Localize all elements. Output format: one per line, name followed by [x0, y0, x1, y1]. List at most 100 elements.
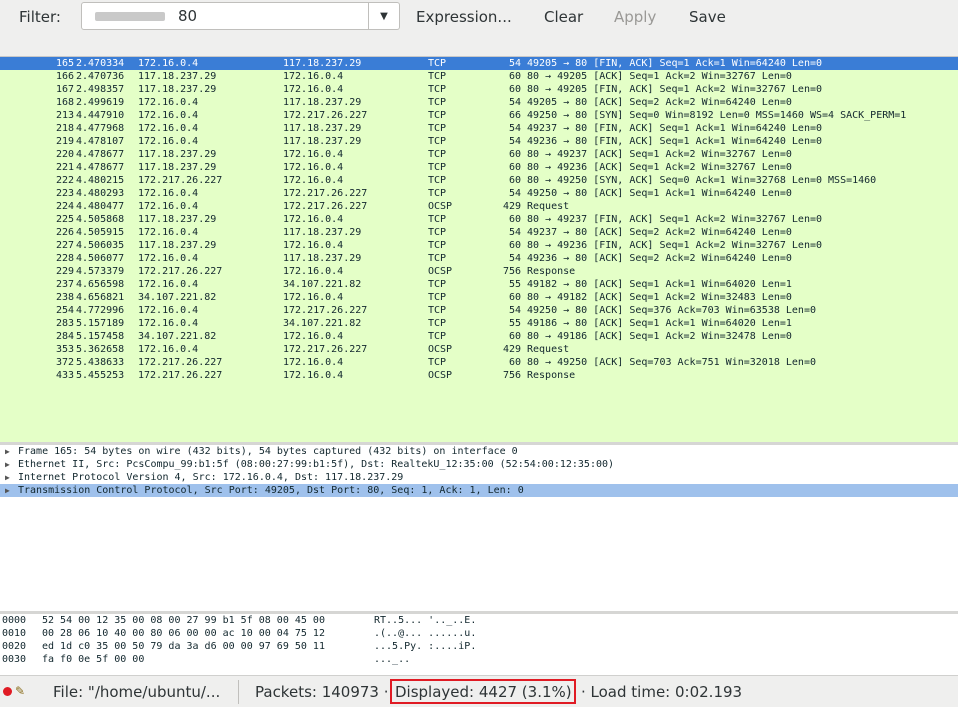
packet-time: 5.455253: [76, 370, 125, 381]
packet-source: 117.18.237.29: [138, 84, 217, 95]
packet-protocol: TCP: [428, 149, 447, 160]
packet-source: 34.107.221.82: [138, 292, 217, 303]
packet-row[interactable]: 221 4.478677 117.18.237.29 172.16.0.4 TCP 60 8…: [0, 161, 958, 174]
expand-arrow-icon[interactable]: ▶: [5, 458, 10, 471]
packet-info: 80 → 49236 [FIN, ACK] Seq=1 Ack=2 Win=32…: [527, 240, 823, 251]
packet-destination: 172.16.0.4: [283, 149, 344, 160]
packet-source: 172.16.0.4: [138, 227, 199, 238]
packet-row[interactable]: 167 2.498357 117.18.237.29 172.16.0.4 TCP 60 8…: [0, 83, 958, 96]
clear-button[interactable]: Clear: [544, 8, 583, 26]
packet-time: 4.656598: [76, 279, 125, 290]
highlight-box: [390, 679, 576, 704]
detail-tree-item[interactable]: ▶ Internet Protocol Version 4, Src: 172.1…: [0, 471, 958, 484]
packet-protocol: TCP: [428, 175, 447, 186]
packet-source: 172.217.26.227: [138, 357, 223, 368]
packet-length: 55: [508, 279, 521, 290]
packet-info: 80 → 49205 [ACK] Seq=1 Ack=2 Win=32767 L…: [527, 71, 792, 82]
packet-details-pane[interactable]: ▶ Frame 165: 54 bytes on wire (432 bits),…: [0, 445, 958, 611]
packet-time: 4.506077: [76, 253, 125, 264]
apply-button[interactable]: Apply: [614, 8, 656, 26]
packet-info: Response: [527, 370, 576, 381]
hex-bytes: fa f0 0e 5f 00 00: [42, 654, 145, 665]
packet-destination: 34.107.221.82: [283, 279, 362, 290]
packet-protocol: TCP: [428, 240, 447, 251]
packet-time: 4.772996: [76, 305, 125, 316]
packet-list[interactable]: 165 2.470334 172.16.0.4 117.18.237.29 TCP 54 4…: [0, 56, 958, 443]
packet-no: 165: [55, 58, 74, 69]
save-button[interactable]: Save: [689, 8, 726, 26]
packet-source: 172.16.0.4: [138, 253, 199, 264]
packet-row[interactable]: 237 4.656598 172.16.0.4 34.107.221.82 TCP 55 4…: [0, 278, 958, 291]
packet-row[interactable]: 284 5.157458 34.107.221.82 172.16.0.4 TCP 60 8…: [0, 330, 958, 343]
packet-protocol: TCP: [428, 357, 447, 368]
packet-no: 372: [55, 357, 74, 368]
packet-length: 429: [502, 344, 521, 355]
packet-protocol: TCP: [428, 279, 447, 290]
packet-row[interactable]: 433 5.455253 172.217.26.227 172.16.0.4 OCSP 7…: [0, 369, 958, 382]
filter-input-value: 80: [178, 7, 198, 25]
detail-tree-item[interactable]: ▶ Ethernet II, Src: PcsCompu_99:b1:5f (08…: [0, 458, 958, 471]
packet-time: 4.480477: [76, 201, 125, 212]
packet-destination: 172.217.26.227: [283, 201, 368, 212]
packet-source: 172.16.0.4: [138, 136, 199, 147]
detail-tree-item[interactable]: ▶ Frame 165: 54 bytes on wire (432 bits),…: [0, 445, 958, 458]
hex-bytes: 52 54 00 12 35 00 08 00 27 99 b1 5f 08 0…: [42, 615, 325, 626]
packet-row[interactable]: 219 4.478107 172.16.0.4 117.18.237.29 TCP 54 4…: [0, 135, 958, 148]
packet-row[interactable]: 220 4.478677 117.18.237.29 172.16.0.4 TCP 60 8…: [0, 148, 958, 161]
packet-no: 224: [55, 201, 74, 212]
packet-row[interactable]: 283 5.157189 172.16.0.4 34.107.221.82 TCP 55 4…: [0, 317, 958, 330]
packet-row[interactable]: 225 4.505868 117.18.237.29 172.16.0.4 TCP 60 8…: [0, 213, 958, 226]
packet-protocol: TCP: [428, 162, 447, 173]
packet-protocol: TCP: [428, 318, 447, 329]
edit-comment-icon[interactable]: ✎: [15, 684, 25, 698]
packet-bytes-pane[interactable]: 0000 52 54 00 12 35 00 08 00 27 99 b1 5f …: [0, 614, 958, 672]
expand-arrow-icon[interactable]: ▶: [5, 445, 10, 458]
packet-row[interactable]: 224 4.480477 172.16.0.4 172.217.26.227 OCSP 4…: [0, 200, 958, 213]
detail-text: Frame 165: 54 bytes on wire (432 bits), …: [18, 446, 518, 457]
packet-row[interactable]: 226 4.505915 172.16.0.4 117.18.237.29 TCP 54 4…: [0, 226, 958, 239]
expand-arrow-icon[interactable]: ▶: [5, 484, 10, 497]
hex-offset: 0010: [2, 628, 27, 639]
packet-row[interactable]: 213 4.447910 172.16.0.4 172.217.26.227 TCP 66…: [0, 109, 958, 122]
packet-no: 237: [55, 279, 74, 290]
packet-row[interactable]: 218 4.477968 172.16.0.4 117.18.237.29 TCP 54 4…: [0, 122, 958, 135]
packet-info: 80 → 49250 [ACK] Seq=703 Ack=751 Win=320…: [527, 357, 816, 368]
packet-row[interactable]: 238 4.656821 34.107.221.82 172.16.0.4 TCP 60 8…: [0, 291, 958, 304]
hex-ascii: ...5.Py. :....iP.: [374, 641, 477, 652]
filter-history-dropdown[interactable]: ▼: [369, 2, 400, 30]
packet-no: 222: [55, 175, 74, 186]
packet-source: 172.217.26.227: [138, 370, 223, 381]
packet-info: 49250 → 80 [ACK] Seq=376 Ack=703 Win=635…: [527, 305, 816, 316]
packet-row[interactable]: 165 2.470334 172.16.0.4 117.18.237.29 TCP 54 4…: [0, 57, 958, 70]
packet-no: 168: [55, 97, 74, 108]
packet-info: 49205 → 80 [ACK] Seq=2 Ack=2 Win=64240 L…: [527, 97, 792, 108]
packet-info: 49250 → 80 [ACK] Seq=1 Ack=1 Win=64240 L…: [527, 188, 792, 199]
packet-row[interactable]: 227 4.506035 117.18.237.29 172.16.0.4 TCP 60 8…: [0, 239, 958, 252]
packet-row[interactable]: 168 2.499619 172.16.0.4 117.18.237.29 TCP 54 4…: [0, 96, 958, 109]
packet-row[interactable]: 229 4.573379 172.217.26.227 172.16.0.4 OCSP 7…: [0, 265, 958, 278]
packet-info: 80 → 49237 [FIN, ACK] Seq=1 Ack=2 Win=32…: [527, 214, 823, 225]
packet-row[interactable]: 223 4.480293 172.16.0.4 172.217.26.227 TCP 54…: [0, 187, 958, 200]
packet-row[interactable]: 372 5.438633 172.217.26.227 172.16.0.4 TCP 60…: [0, 356, 958, 369]
packet-row[interactable]: 353 5.362658 172.16.0.4 172.217.26.227 OCSP 4…: [0, 343, 958, 356]
status-packets: Packets: 140973 ·: [255, 683, 389, 701]
detail-tree-item[interactable]: ▶ Transmission Control Protocol, Src Port…: [0, 484, 958, 497]
packet-time: 4.506035: [76, 240, 125, 251]
expand-arrow-icon[interactable]: ▶: [5, 471, 10, 484]
packet-time: 4.478107: [76, 136, 125, 147]
expert-info-icon[interactable]: [3, 687, 12, 696]
filter-input[interactable]: 80: [81, 2, 369, 30]
expression-button[interactable]: Expression...: [416, 8, 512, 26]
packet-row[interactable]: 254 4.772996 172.16.0.4 172.217.26.227 TCP 54…: [0, 304, 958, 317]
hex-row: 0030 fa f0 0e 5f 00 00 ..._..: [0, 653, 958, 666]
packet-length: 60: [508, 214, 521, 225]
packet-source: 117.18.237.29: [138, 240, 217, 251]
packet-destination: 172.16.0.4: [283, 214, 344, 225]
packet-time: 4.656821: [76, 292, 125, 303]
packet-row[interactable]: 228 4.506077 172.16.0.4 117.18.237.29 TCP 54 4…: [0, 252, 958, 265]
packet-destination: 34.107.221.82: [283, 318, 362, 329]
packet-destination: 172.217.26.227: [283, 188, 368, 199]
packet-info: 49250 → 80 [SYN] Seq=0 Win=8192 Len=0 MS…: [527, 110, 907, 121]
packet-row[interactable]: 166 2.470736 117.18.237.29 172.16.0.4 TCP 60 8…: [0, 70, 958, 83]
packet-row[interactable]: 222 4.480215 172.217.26.227 172.16.0.4 TCP 60…: [0, 174, 958, 187]
